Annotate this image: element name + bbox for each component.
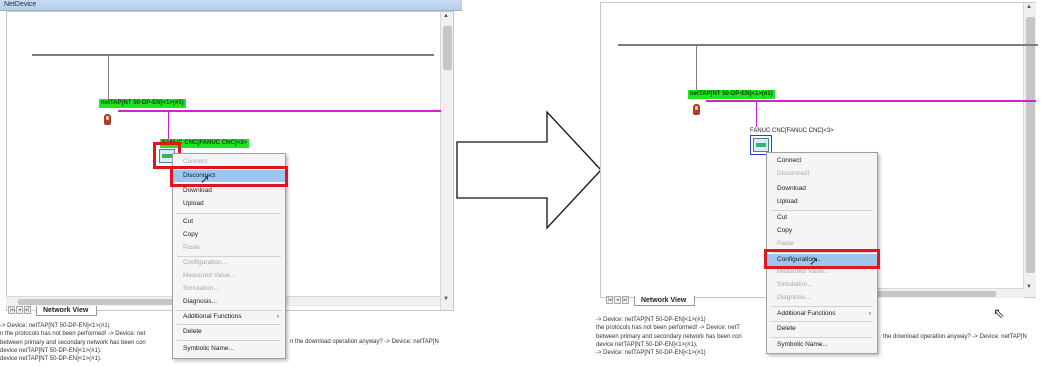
output-log: -> Device: netTAP[NT 50-DP-EN]<1>(#1) n … bbox=[0, 322, 146, 363]
submenu-arrow-icon: › bbox=[276, 313, 279, 320]
right-screenshot-panel: ▲ ▼ netTAP[NT 50-DP-EN]<1>(#1) FANUC CNC… bbox=[596, 0, 1051, 367]
highlight-disconnect-box bbox=[170, 166, 288, 187]
menu-separator bbox=[771, 321, 873, 322]
window-title: NetDevice bbox=[4, 1, 37, 8]
bus-connector-line bbox=[696, 45, 697, 91]
log-line: the protocols has not been performed! ->… bbox=[596, 325, 740, 332]
menu-item-additional-functions[interactable]: Additional Functions › bbox=[767, 308, 877, 320]
scrollbar-thumb[interactable] bbox=[18, 299, 178, 305]
menu-item-simulation[interactable]: Simulation... bbox=[767, 279, 877, 291]
log-line: -> Device: netTAP[NT 50-DP-EN]<1>(#1) bbox=[0, 323, 110, 329]
tab-nav-last-icon[interactable]: ▸| bbox=[622, 296, 629, 304]
log-line: between primary and secondary network ha… bbox=[0, 339, 146, 346]
menu-item-connect[interactable]: Connect bbox=[767, 155, 877, 167]
nettap-device-label[interactable]: netTAP[NT 50-DP-EN]<1>(#1) bbox=[99, 99, 186, 108]
tab-nav-prev-icon[interactable]: ◂ bbox=[614, 296, 621, 304]
menu-item-measured-value[interactable]: Measured Value... bbox=[173, 270, 285, 282]
log-line: device netTAP[NT 50-DP-EN]<1>(#1). bbox=[596, 341, 698, 348]
menu-separator bbox=[771, 337, 873, 338]
scrollbar-thumb[interactable] bbox=[1026, 17, 1035, 273]
log-line-tail: n the download operation anyway? -> Devi… bbox=[290, 339, 439, 345]
nettap-device-icon[interactable] bbox=[693, 104, 700, 115]
menu-item-diagnosis[interactable]: Diagnosis... bbox=[173, 296, 285, 308]
menu-item-copy[interactable]: Copy bbox=[173, 229, 285, 241]
tab-nav-last-icon[interactable]: ▸| bbox=[24, 306, 31, 314]
device-connector-line bbox=[168, 111, 169, 139]
log-line: device netTAP[NT 50-DP-EN]<1>(#1). bbox=[0, 347, 102, 354]
menu-separator bbox=[771, 210, 873, 211]
tab-nav-first-icon[interactable]: |◂ bbox=[606, 296, 613, 304]
scroll-up-icon[interactable]: ▲ bbox=[1026, 4, 1032, 10]
menu-item-configuration[interactable]: Configuration... bbox=[173, 257, 285, 269]
menu-item-delete[interactable]: Delete bbox=[173, 326, 285, 338]
tab-network-view[interactable]: Network View bbox=[35, 306, 98, 316]
mouse-cursor-icon: ➚ bbox=[200, 172, 211, 186]
scroll-down-icon[interactable]: ▼ bbox=[443, 296, 449, 302]
menu-item-upload[interactable]: Upload bbox=[767, 196, 877, 208]
device-connector-line bbox=[756, 101, 757, 127]
menu-separator bbox=[177, 213, 281, 214]
menu-item-cut[interactable]: Cut bbox=[173, 216, 285, 228]
vertical-scrollbar[interactable]: ▲ ▼ bbox=[1023, 3, 1036, 297]
mouse-cursor-icon: ➚ bbox=[809, 254, 820, 268]
menu-item-label: Additional Functions bbox=[183, 313, 242, 320]
scrollbar-thumb[interactable] bbox=[443, 26, 452, 70]
submenu-arrow-icon: › bbox=[868, 310, 871, 317]
menu-separator bbox=[771, 306, 873, 307]
highlight-configuration-box bbox=[764, 249, 880, 269]
vertical-scrollbar[interactable]: ▲ ▼ bbox=[440, 12, 453, 310]
menu-item-simulation[interactable]: Simulation... bbox=[173, 283, 285, 295]
scroll-up-icon[interactable]: ▲ bbox=[443, 13, 449, 19]
tab-nav-prev-icon[interactable]: ◂ bbox=[16, 306, 23, 314]
network-view-tabbar: |◂ ◂ ▸| Network View bbox=[8, 306, 98, 318]
scroll-down-icon[interactable]: ▼ bbox=[1026, 284, 1032, 290]
menu-item-cut[interactable]: Cut bbox=[767, 212, 877, 224]
ethernet-bus-line bbox=[618, 44, 1038, 46]
menu-item-disconnect[interactable]: Disconnect bbox=[767, 168, 877, 180]
profibus-line bbox=[118, 110, 441, 112]
log-line: between primary and secondary network ha… bbox=[596, 333, 742, 340]
menu-separator bbox=[177, 324, 281, 325]
tab-network-view[interactable]: Network View bbox=[633, 296, 696, 306]
log-line: -> Device: netTAP[NT 50-DP-EN]<1>(#1) bbox=[596, 350, 706, 357]
menu-item-diagnosis[interactable]: Diagnosis... bbox=[767, 292, 877, 304]
network-view-tabbar: |◂ ◂ ▸| Network View bbox=[606, 296, 696, 308]
ethernet-bus-line bbox=[32, 54, 434, 56]
log-line: device netTAP[NT 50-DP-EN]<1>(#1). bbox=[0, 356, 102, 363]
log-line: n the protocols has not been performed! … bbox=[0, 331, 146, 338]
left-screenshot-panel: NetDevice ▲ ▼ netTAP[NT 50-DP-EN]<1>(#1)… bbox=[0, 0, 462, 367]
menu-item-label: Additional Functions bbox=[777, 310, 836, 317]
menu-item-download[interactable]: Download bbox=[767, 183, 877, 195]
window-titlebar: NetDevice bbox=[0, 0, 462, 11]
menu-item-additional-functions[interactable]: Additional Functions › bbox=[173, 311, 285, 323]
log-line-tail: the download operation anyway? -> Device… bbox=[883, 334, 1027, 340]
tab-nav-first-icon[interactable]: |◂ bbox=[8, 306, 15, 314]
log-line: -> Device: netTAP[NT 50-DP-EN]<1>(#1) bbox=[596, 317, 706, 323]
menu-item-symbolic-name[interactable]: Symbolic Name... bbox=[767, 339, 877, 351]
bus-connector-line bbox=[108, 55, 109, 99]
menu-item-copy[interactable]: Copy bbox=[767, 225, 877, 237]
menu-item-upload[interactable]: Upload bbox=[173, 198, 285, 210]
right-arrow-icon bbox=[456, 110, 602, 230]
menu-item-symbolic-name[interactable]: Symbolic Name... bbox=[173, 343, 285, 355]
menu-separator bbox=[177, 340, 281, 341]
menu-item-delete[interactable]: Delete bbox=[767, 323, 877, 335]
mouse-cursor-icon: ⇖ bbox=[993, 305, 1005, 321]
nettap-device-label[interactable]: netTAP[NT 50-DP-EN]<1>(#1) bbox=[688, 90, 775, 99]
nettap-device-icon[interactable] bbox=[104, 114, 111, 125]
menu-item-paste[interactable]: Paste bbox=[173, 242, 285, 254]
output-log: -> Device: netTAP[NT 50-DP-EN]<1>(#1) th… bbox=[596, 316, 742, 357]
